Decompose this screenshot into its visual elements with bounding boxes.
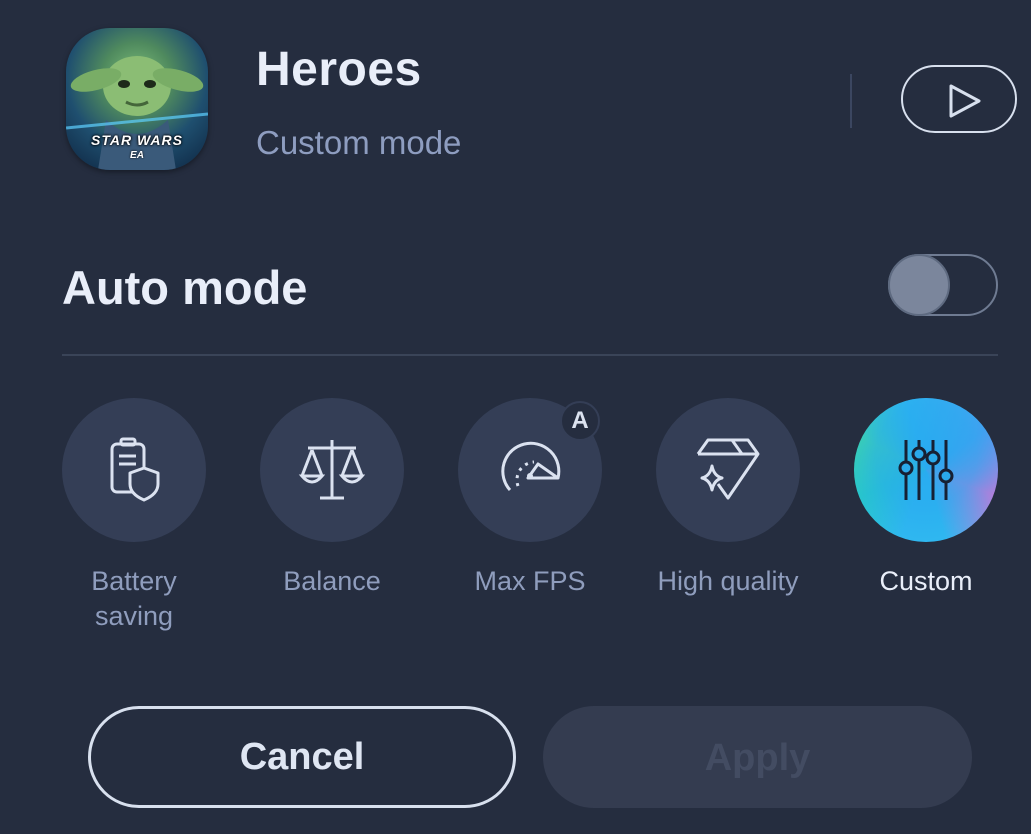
auto-mode-label: Auto mode xyxy=(62,261,308,314)
mode-button[interactable] xyxy=(854,398,998,542)
mode-battery-saving[interactable]: Battery saving xyxy=(61,398,207,634)
mode-button[interactable] xyxy=(656,398,800,542)
mode-label: Battery saving xyxy=(91,566,177,631)
play-button[interactable] xyxy=(901,65,1017,133)
mode-label: High quality xyxy=(657,566,799,596)
cancel-button[interactable]: Cancel xyxy=(88,706,516,808)
yoda-art xyxy=(66,56,208,170)
sliders-icon xyxy=(898,440,954,500)
auto-mode-toggle[interactable] xyxy=(888,254,998,316)
app-subtitle: Custom mode xyxy=(256,124,462,161)
app-title: Heroes xyxy=(256,43,422,96)
app-logo-text: STAR WARS xyxy=(91,132,183,148)
play-icon xyxy=(949,84,981,118)
diamond-sparkle-icon xyxy=(696,438,760,500)
mode-button[interactable] xyxy=(260,398,404,542)
battery-shield-icon xyxy=(110,437,160,502)
app-icon: STAR WARS EA xyxy=(66,28,208,170)
toggle-knob xyxy=(888,254,950,316)
mode-high-quality[interactable]: High quality xyxy=(655,398,801,599)
mode-balance[interactable]: Balance xyxy=(259,398,405,599)
mode-label: Custom xyxy=(879,566,973,596)
mode-button[interactable] xyxy=(62,398,206,542)
apply-button[interactable]: Apply xyxy=(543,706,972,808)
speedometer-icon xyxy=(501,441,561,492)
mode-label: Balance xyxy=(283,566,381,596)
mode-custom[interactable]: Custom xyxy=(853,398,999,599)
vertical-divider xyxy=(850,74,852,128)
mode-label: Max FPS xyxy=(474,566,586,596)
app-logo-sub: EA xyxy=(130,150,144,161)
section-divider xyxy=(62,354,998,356)
scale-icon xyxy=(298,440,366,500)
auto-badge: A xyxy=(560,401,600,441)
